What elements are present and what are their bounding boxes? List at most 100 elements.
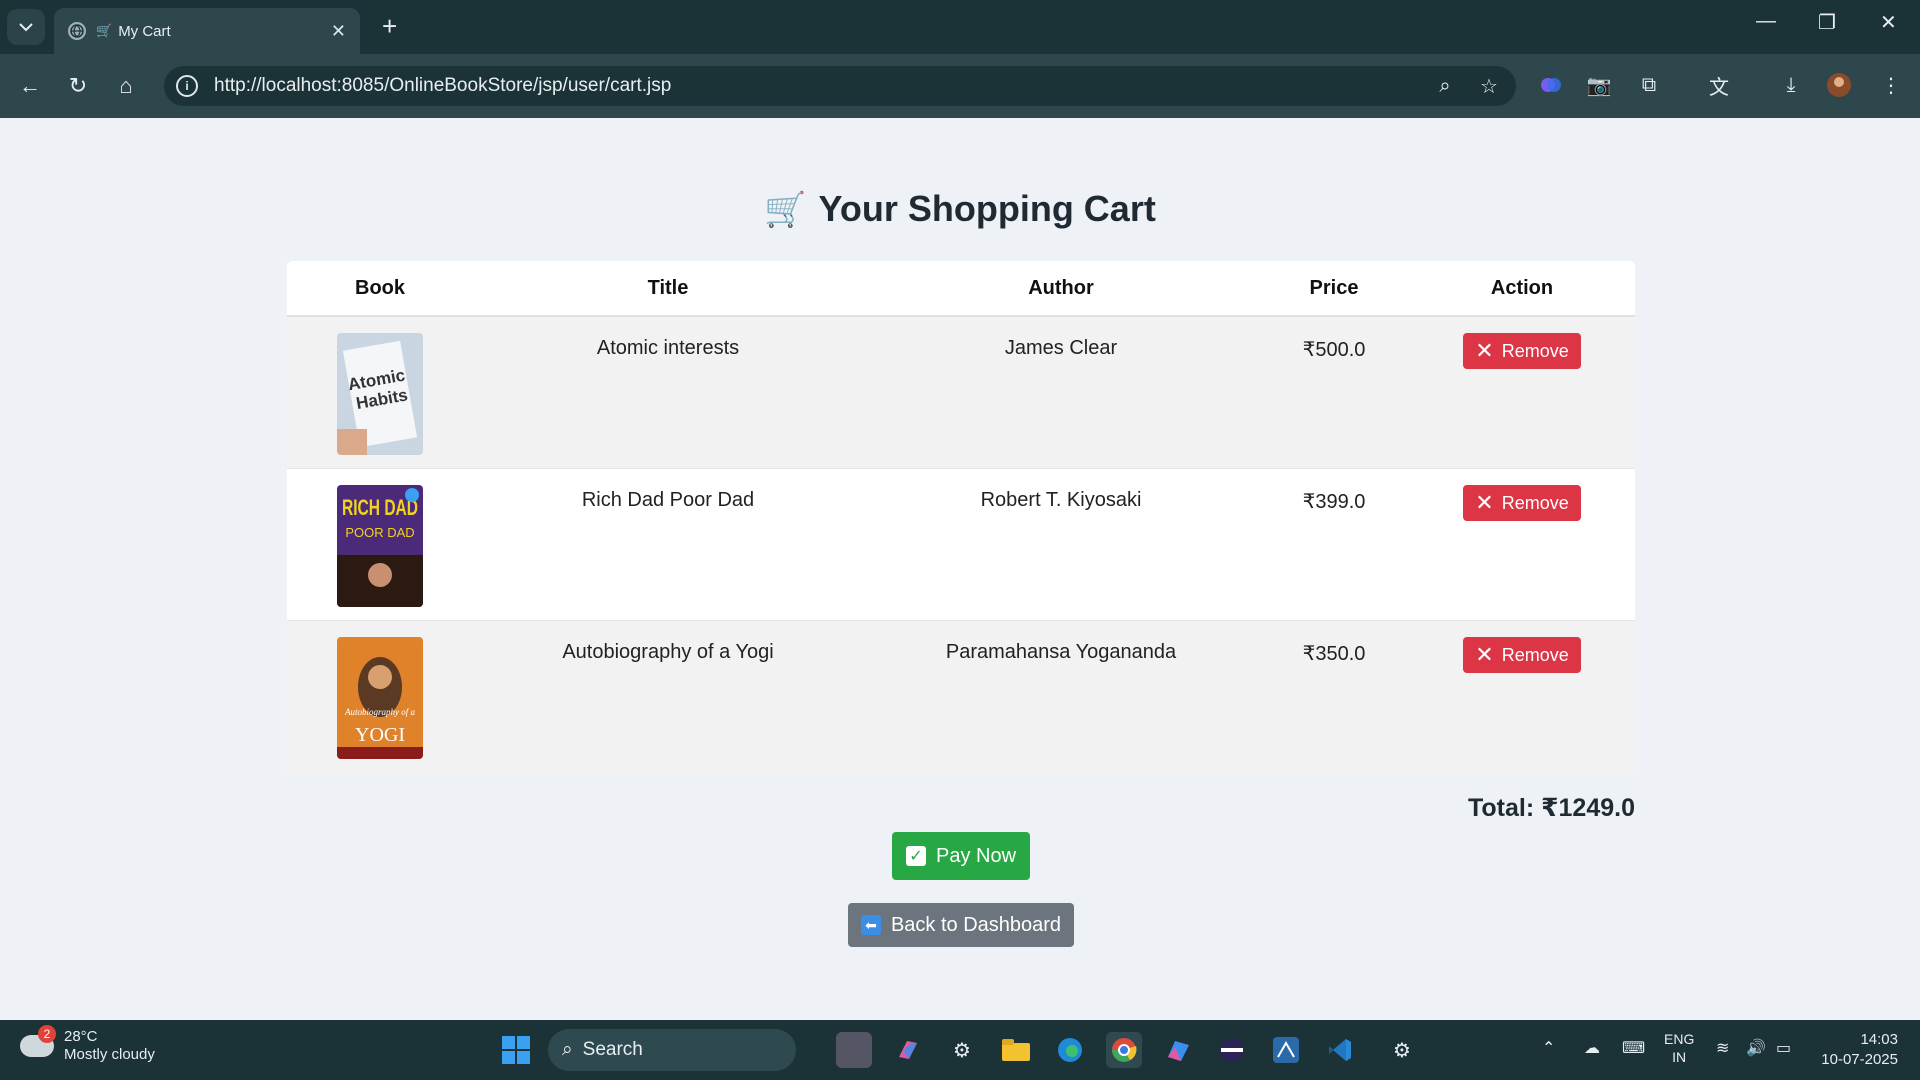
clock-date: 10-07-2025: [1821, 1051, 1898, 1068]
svg-text:Autobiography of a: Autobiography of a: [344, 707, 415, 717]
book-author: James Clear: [1004, 337, 1118, 359]
table-row: RICH DAD POOR DAD Rich Dad Poor Dad Robe…: [287, 469, 1635, 621]
onedrive-icon[interactable]: ☁: [1584, 1038, 1600, 1058]
vscode-icon[interactable]: [1322, 1032, 1358, 1068]
mysql-workbench-icon[interactable]: [1268, 1032, 1304, 1068]
pay-now-label: Pay Now: [935, 844, 1017, 867]
cloud-icon: 2: [20, 1025, 56, 1057]
close-tab-icon[interactable]: ✕: [331, 21, 346, 42]
translate-icon[interactable]: 文: [1702, 68, 1736, 102]
browser-tab-active[interactable]: 🛒 My Cart ✕: [54, 8, 360, 54]
reload-icon[interactable]: ↻: [60, 68, 96, 104]
remove-button[interactable]: ✕ Remove: [1463, 333, 1581, 369]
page-title: 🛒 Your Shopping Cart: [0, 188, 1920, 230]
chatgpt-icon[interactable]: ⚙: [944, 1032, 980, 1068]
action-cell: ✕ Remove: [1409, 621, 1635, 773]
volume-icon[interactable]: 🔊: [1746, 1038, 1766, 1058]
chevron-up-icon[interactable]: ⌃: [1542, 1038, 1555, 1058]
book-author: Robert T. Kiyosaki: [980, 489, 1142, 511]
column-header-book: Book: [355, 276, 405, 299]
taskbar-search-label: Search: [582, 1039, 643, 1060]
book-title: Rich Dad Poor Dad: [581, 489, 755, 511]
svg-text:YOGI: YOGI: [355, 724, 405, 746]
region-code: IN: [1672, 1049, 1687, 1065]
zoom-icon[interactable]: ⌕: [1428, 69, 1462, 103]
language-code: ENG: [1664, 1031, 1695, 1047]
check-icon: ✓: [905, 846, 926, 866]
action-cell: ✕ Remove: [1409, 317, 1635, 468]
shopping-cart-icon: 🛒: [96, 23, 113, 38]
download-icon[interactable]: ⤓: [1774, 68, 1808, 102]
edge-browser-icon[interactable]: [1052, 1032, 1088, 1068]
notification-badge: 2: [38, 1025, 56, 1043]
minimize-icon[interactable]: —: [1756, 10, 1776, 33]
book-title: Autobiography of a Yogi: [562, 641, 774, 663]
eclipse-icon[interactable]: [1214, 1032, 1250, 1068]
system-clock[interactable]: 14:03 10-07-2025: [1821, 1030, 1898, 1070]
book-price: ₹399.0: [1302, 491, 1366, 513]
book-title: Atomic interests: [596, 337, 740, 359]
column-header-price: Price: [1309, 276, 1359, 299]
chrome-browser-icon[interactable]: [1106, 1032, 1142, 1068]
column-header-author: Author: [1028, 276, 1094, 299]
remove-label: Remove: [1501, 644, 1569, 665]
close-window-icon[interactable]: ✕: [1880, 10, 1897, 35]
profile-avatar[interactable]: [1822, 68, 1856, 102]
book-cover-rich-dad-poor-dad: RICH DAD POOR DAD: [337, 485, 423, 607]
camera-icon[interactable]: 📷: [1582, 68, 1616, 102]
remove-button[interactable]: ✕ Remove: [1463, 485, 1581, 521]
close-icon: ✕: [1475, 642, 1494, 667]
settings-gear-icon[interactable]: ⚙: [1384, 1032, 1420, 1068]
weather-widget[interactable]: 2 28°C Mostly cloudy: [20, 1025, 155, 1064]
pay-now-button[interactable]: ✓ Pay Now: [892, 832, 1030, 880]
book-cover-atomic-habits: Atomic Habits: [337, 333, 423, 455]
back-icon[interactable]: ←: [12, 68, 48, 104]
page-content: 🛒 Your Shopping Cart Book Title Author Pr…: [0, 118, 1920, 1020]
battery-icon[interactable]: ▭: [1776, 1038, 1791, 1058]
file-explorer-icon[interactable]: [998, 1032, 1034, 1068]
copilot-icon[interactable]: [890, 1032, 926, 1068]
home-icon[interactable]: ⌂: [108, 68, 144, 104]
address-bar[interactable]: i http://localhost:8085/OnlineBookStore/…: [164, 66, 1516, 106]
globe-icon: [68, 22, 86, 40]
remove-label: Remove: [1501, 492, 1569, 513]
weather-description: Mostly cloudy: [64, 1046, 155, 1063]
back-to-dashboard-label: Back to Dashboard: [890, 913, 1062, 936]
m365-icon[interactable]: [1160, 1032, 1196, 1068]
table-row: Atomic Habits Atomic interests James Cle…: [287, 317, 1635, 469]
temperature: 28°C: [64, 1028, 98, 1045]
tab-search-button[interactable]: [7, 9, 45, 45]
browser-tab-bar: 🛒 My Cart ✕ + — ❐ ✕: [0, 0, 1920, 54]
taskbar-search[interactable]: ⌕ Search: [548, 1029, 796, 1071]
site-info-icon[interactable]: i: [176, 75, 198, 97]
new-tab-button[interactable]: +: [382, 12, 397, 40]
book-cell: Atomic Habits: [287, 317, 473, 468]
search-icon: ⌕: [562, 1039, 573, 1060]
keyboard-icon[interactable]: ⌨: [1622, 1038, 1645, 1058]
restore-icon[interactable]: ❐: [1818, 10, 1836, 35]
windows-start-icon[interactable]: [502, 1036, 530, 1064]
url-text[interactable]: http://localhost:8085/OnlineBookStore/js…: [214, 75, 1428, 97]
back-arrow-icon: ⬅: [860, 915, 881, 935]
close-icon: ✕: [1475, 338, 1494, 363]
back-to-dashboard-button[interactable]: ⬅ Back to Dashboard: [848, 903, 1074, 947]
action-cell: ✕ Remove: [1409, 469, 1635, 620]
extension-brain-icon[interactable]: [1534, 68, 1568, 102]
chevron-down-icon: [19, 23, 33, 32]
extensions-puzzle-icon[interactable]: ⧉: [1632, 68, 1666, 102]
shopping-cart-icon: 🛒: [764, 191, 807, 229]
book-price: ₹350.0: [1302, 643, 1366, 665]
book-cell: Autobiography of a YOGI: [287, 621, 473, 773]
language-indicator[interactable]: ENG IN: [1664, 1030, 1694, 1066]
bookmark-star-icon[interactable]: ☆: [1472, 69, 1506, 103]
taskbar: 2 28°C Mostly cloudy ⌕ Search ⚙ ⚙ ⌃ ☁ ⌨ …: [0, 1020, 1920, 1080]
column-header-action: Action: [1490, 276, 1554, 299]
book-cover-autobiography-of-a-yogi: Autobiography of a YOGI: [337, 637, 423, 759]
clock-time: 14:03: [1860, 1031, 1898, 1048]
task-view-icon[interactable]: [836, 1032, 872, 1068]
menu-kebab-icon[interactable]: ⋮: [1874, 68, 1908, 102]
wifi-icon[interactable]: ≋: [1716, 1038, 1729, 1058]
table-header: Book Title Author Price Action: [287, 261, 1635, 317]
svg-text:POOR DAD: POOR DAD: [345, 525, 414, 540]
remove-button[interactable]: ✕ Remove: [1463, 637, 1581, 673]
